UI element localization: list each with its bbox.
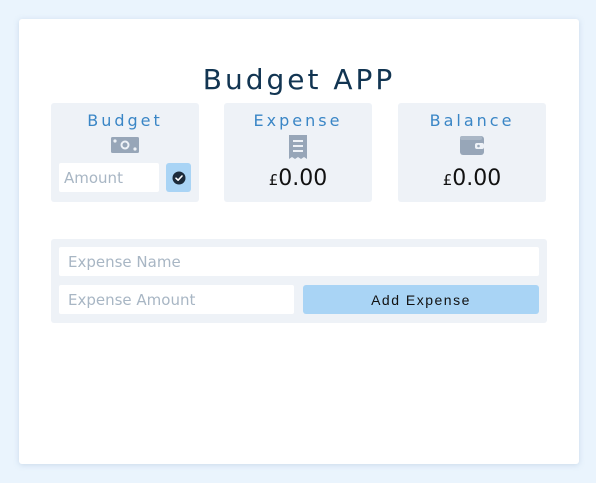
balance-panel: Balance £0.00 xyxy=(398,103,546,202)
expense-title: Expense xyxy=(253,111,343,130)
balance-total: 0.00 xyxy=(452,166,502,191)
money-bill-icon xyxy=(110,134,140,160)
budget-title: Budget xyxy=(87,111,163,130)
budget-panel: Budget xyxy=(51,103,199,202)
expense-total: 0.00 xyxy=(278,166,328,191)
wallet-icon xyxy=(459,134,485,160)
balance-amount-display: £0.00 xyxy=(398,166,546,191)
receipt-icon xyxy=(287,134,309,164)
budget-amount-input[interactable] xyxy=(59,163,159,192)
expense-amount-display: £0.00 xyxy=(224,166,372,191)
currency-symbol: £ xyxy=(442,171,453,189)
expense-name-input[interactable] xyxy=(59,247,539,276)
page-title: Budget APP xyxy=(202,63,396,96)
app-card: Budget APP Budget Expense xyxy=(19,19,579,464)
balance-title: Balance xyxy=(429,111,515,130)
expense-amount-input[interactable] xyxy=(59,285,294,314)
expense-form: Add Expense xyxy=(51,239,547,323)
set-budget-button[interactable] xyxy=(166,163,191,192)
currency-symbol: £ xyxy=(268,171,279,189)
add-expense-button[interactable]: Add Expense xyxy=(303,285,539,314)
check-circle-icon xyxy=(172,171,186,185)
expense-panel: Expense £0.00 xyxy=(224,103,372,202)
